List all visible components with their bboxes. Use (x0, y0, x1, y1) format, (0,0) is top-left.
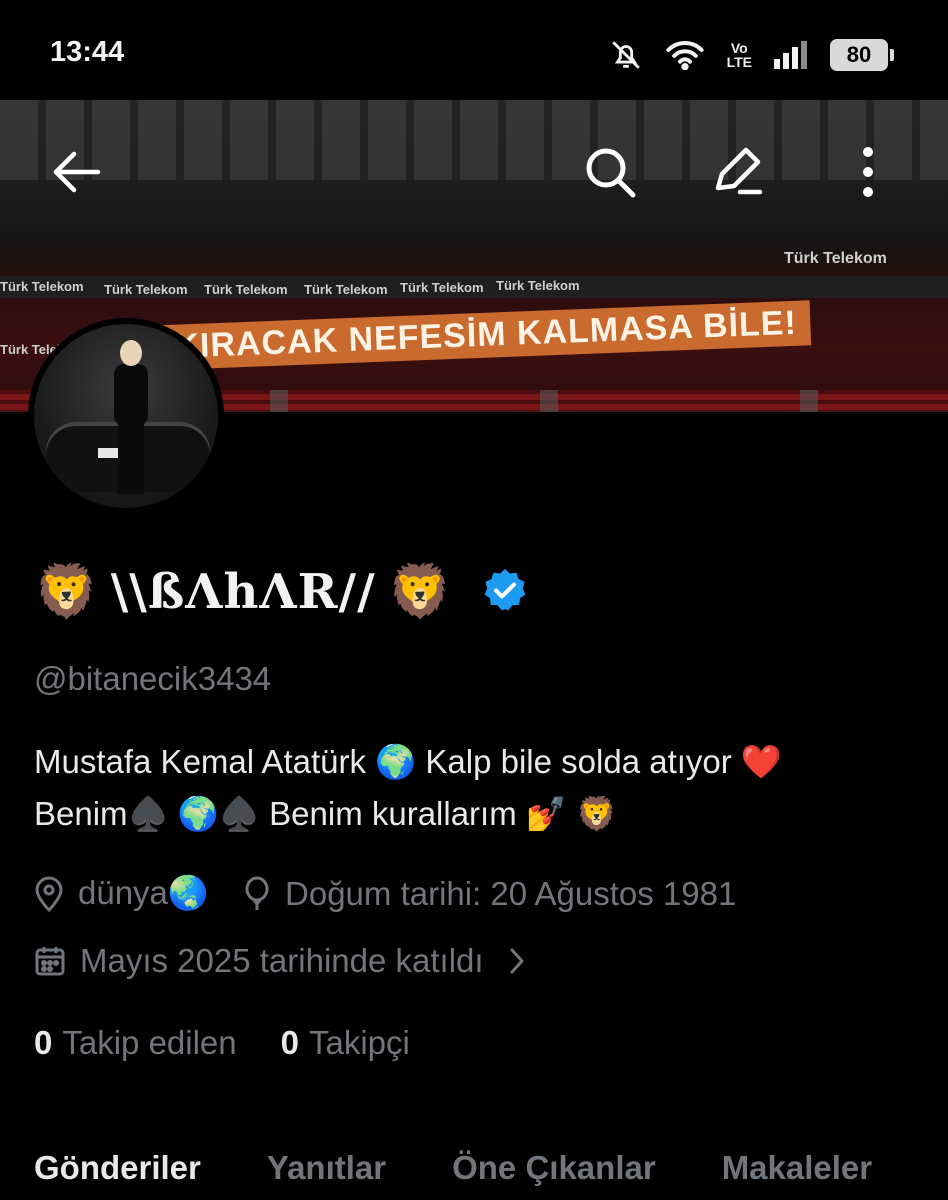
banner-sponsor-text: Türk Telekom (0, 279, 84, 294)
bio: Mustafa Kemal Atatürk 🌍 Kalp bile solda … (34, 743, 783, 832)
balloon-icon (245, 876, 269, 910)
lion-emoji: 🦁 (34, 562, 99, 622)
location-text: dünya🌏 (78, 874, 210, 911)
volte-indicator: Vo LTE (727, 41, 752, 69)
banner-sponsor-text: Türk Telekom (304, 282, 388, 297)
tab-highlights[interactable]: Öne Çıkanlar (452, 1140, 656, 1200)
more-options-button[interactable] (826, 130, 910, 214)
handle: @bitanecik3434 (34, 660, 272, 697)
search-icon (586, 148, 636, 198)
chevron-right-icon (508, 946, 526, 976)
more-vertical-icon (863, 147, 873, 197)
battery-indicator: 80 (830, 39, 894, 71)
lion-emoji: 🦁 (387, 562, 453, 622)
status-icons: Vo LTE 80 (609, 36, 894, 74)
edit-button[interactable] (696, 130, 780, 214)
stadium-stairs (270, 390, 288, 412)
followers-count: 0 (280, 1024, 299, 1061)
stadium-stairs (800, 390, 818, 412)
location-pin-icon (35, 876, 63, 912)
banner-sponsor-text: Türk Telekom (784, 250, 887, 267)
avatar-person (114, 364, 148, 426)
joined-item: Mayıs 2025 tarihinde katıldı (34, 942, 484, 980)
stadium-stairs (540, 390, 558, 412)
verified-badge-icon[interactable] (482, 567, 528, 617)
followers-link[interactable]: 0 Takipçi (281, 1024, 410, 1062)
tab-articles[interactable]: Makaleler (722, 1140, 872, 1200)
followers-label: Takipçi (309, 1024, 410, 1061)
joined-text: Mayıs 2025 tarihinde katıldı (80, 942, 484, 979)
banner-sponsor-text: Türk Telekom (204, 282, 288, 297)
edit-icon (715, 147, 763, 195)
birthday-text: Doğum tarihi: 20 Ağustos 1981 (285, 874, 737, 912)
status-bar: 13:44 Vo LTE 80 (0, 0, 948, 100)
signal-icon (774, 41, 808, 69)
joined-row[interactable]: Mayıs 2025 tarihinde katıldı (34, 942, 526, 980)
display-name: 🦁 \\ßΛhΛR// 🦁 (34, 560, 528, 624)
display-name-text: \\ßΛhΛR// (110, 564, 376, 620)
following-link[interactable]: 0 Takip edilen (34, 1024, 237, 1062)
search-button[interactable] (568, 130, 652, 214)
banner-sponsor-text: Türk Telekom (496, 278, 580, 293)
birthday-item: Doğum tarihi: 20 Ağustos 1981 (243, 875, 736, 913)
calendar-icon (35, 947, 65, 976)
back-button[interactable] (34, 130, 118, 214)
location-item: dünya🌏 (34, 874, 209, 913)
volte-bottom-label: LTE (726, 54, 752, 70)
avatar-person (120, 340, 142, 366)
muted-bell-icon (609, 38, 643, 72)
following-count: 0 (34, 1024, 53, 1061)
back-arrow-icon (53, 151, 101, 193)
follow-stats: 0 Takip edilen 0 Takipçi (34, 1024, 410, 1062)
profile-tabs: Gönderiler Yanıtlar Öne Çıkanlar Makalel… (0, 1140, 948, 1200)
wifi-icon (665, 40, 705, 70)
banner-roof (0, 100, 948, 180)
avatar-person (118, 424, 144, 494)
profile-meta-row: dünya🌏 Doğum tarihi: 20 Ağustos 1981 (34, 874, 736, 913)
avatar-photo (34, 324, 218, 508)
banner-sponsor-text: Türk Telekom (400, 280, 484, 295)
avatar[interactable] (28, 318, 224, 514)
tab-replies[interactable]: Yanıtlar (267, 1140, 386, 1200)
following-label: Takip edilen (62, 1024, 237, 1061)
status-time: 13:44 (50, 36, 125, 68)
tab-posts[interactable]: Gönderiler (34, 1140, 201, 1200)
banner-sponsor-text: Türk Telekom (104, 282, 188, 297)
